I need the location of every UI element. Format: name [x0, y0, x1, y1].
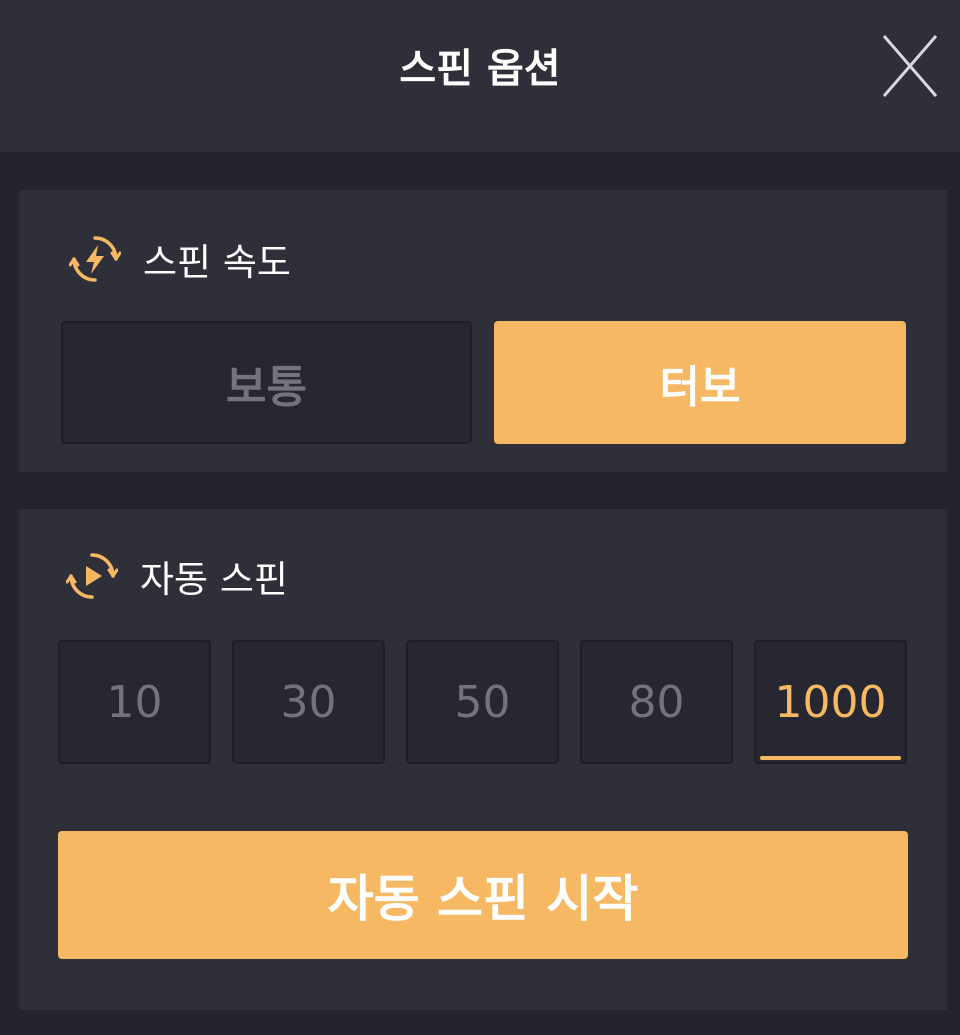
count-label: 80: [628, 676, 685, 728]
start-auto-spin-button[interactable]: 자동 스핀 시작: [58, 831, 908, 959]
header-bar: 스핀 옵션: [0, 0, 960, 152]
count-label: 30: [280, 676, 337, 728]
auto-spin-count-1000[interactable]: 1000: [754, 640, 907, 764]
count-label: 50: [454, 676, 511, 728]
speed-normal-label: 보통: [226, 361, 307, 413]
spin-speed-title: 스핀 속도: [143, 241, 291, 284]
close-icon[interactable]: [876, 30, 944, 102]
speed-turbo-button[interactable]: 터보: [494, 321, 906, 444]
play-cycle-icon: [66, 553, 118, 599]
auto-spin-title: 자동 스핀: [140, 558, 288, 601]
start-auto-spin-label: 자동 스핀 시작: [327, 870, 639, 928]
auto-spin-count-80[interactable]: 80: [580, 640, 733, 764]
auto-spin-header: 자동 스핀: [66, 549, 288, 603]
selected-indicator: [760, 756, 901, 760]
spin-speed-header: 스핀 속도: [69, 232, 291, 286]
lightning-icon: [69, 236, 121, 282]
close-button[interactable]: [876, 30, 944, 102]
speed-normal-button[interactable]: 보통: [61, 321, 472, 444]
count-label: 10: [106, 676, 163, 728]
speed-turbo-label: 터보: [659, 361, 741, 413]
auto-spin-count-30[interactable]: 30: [232, 640, 385, 764]
spin-speed-panel: 스핀 속도 보통 터보: [19, 190, 947, 472]
auto-spin-panel: 자동 스핀 10 30 50 80 1000 자동 스핀 시작: [19, 509, 947, 1010]
auto-spin-count-50[interactable]: 50: [406, 640, 559, 764]
dialog-title: 스핀 옵션: [399, 46, 561, 92]
auto-spin-count-10[interactable]: 10: [58, 640, 211, 764]
count-label: 1000: [774, 676, 887, 728]
